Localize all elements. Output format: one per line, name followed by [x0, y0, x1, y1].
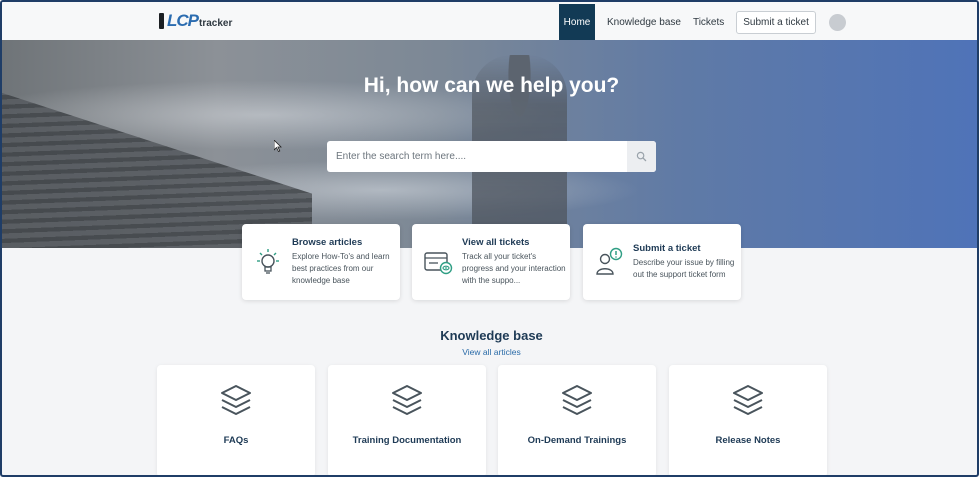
search-icon: [636, 151, 647, 162]
view-tickets-title: View all tickets: [462, 237, 530, 248]
user-avatar[interactable]: [828, 13, 846, 31]
nav-home[interactable]: Home: [559, 4, 595, 40]
kb-category-on-demand-trainings[interactable]: On-Demand Trainings: [498, 365, 656, 475]
nav-knowledge-base[interactable]: Knowledge base: [607, 17, 681, 28]
submit-ticket-button[interactable]: Submit a ticket: [736, 10, 816, 34]
logo-text: LCP: [167, 11, 199, 30]
kb-category-faqs[interactable]: FAQs: [157, 365, 315, 475]
cursor-icon: [273, 139, 282, 153]
view-tickets-desc: Track all your ticket's progress and you…: [462, 252, 566, 285]
layers-icon: [733, 385, 763, 415]
user-alert-icon: [596, 247, 623, 275]
site-header: LCP tracker Home Knowledge base Tickets …: [2, 2, 977, 40]
view-all-articles-link[interactable]: View all articles: [2, 347, 977, 357]
browser-frame: LCP tracker Home Knowledge base Tickets …: [0, 0, 979, 477]
search-button[interactable]: [627, 141, 656, 172]
lcptracker-logo[interactable]: LCP tracker: [159, 11, 232, 31]
kb-category-release-notes[interactable]: Release Notes: [669, 365, 827, 475]
submit-ticket-title: Submit a ticket: [633, 243, 701, 254]
view-tickets-card[interactable]: View all tickets Track all your ticket's…: [412, 224, 570, 300]
search-input[interactable]: [327, 141, 626, 172]
layers-icon: [562, 385, 592, 415]
kb-category-label: On-Demand Trainings: [527, 435, 627, 446]
logo-subtext: tracker: [199, 17, 233, 29]
kb-category-label: Training Documentation: [352, 435, 462, 446]
hero-title: Hi, how can we help you?: [363, 74, 620, 97]
layers-icon: [221, 385, 251, 415]
submit-ticket-card[interactable]: Submit a ticket Describe your issue by f…: [583, 224, 741, 300]
submit-ticket-desc: Describe your issue by filling out the s…: [633, 258, 735, 279]
knowledge-base-heading: Knowledge base: [440, 328, 543, 343]
logo-mark-icon: [159, 13, 164, 29]
kb-category-training-documentation[interactable]: Training Documentation: [328, 365, 486, 475]
browse-articles-desc: Explore How-To's and learn best practice…: [292, 252, 390, 285]
kb-category-label: Release Notes: [715, 435, 781, 446]
main-nav: Home Knowledge base Tickets Submit a tic…: [559, 4, 846, 40]
browse-articles-title: Browse articles: [292, 237, 363, 248]
search-bar: [327, 141, 656, 172]
layers-icon: [392, 385, 422, 415]
tickets-icon: [424, 252, 453, 275]
kb-category-label: FAQs: [223, 435, 249, 446]
lightbulb-icon: [257, 249, 279, 274]
browse-articles-card[interactable]: Browse articles Explore How-To's and lea…: [242, 224, 400, 300]
nav-tickets[interactable]: Tickets: [693, 17, 724, 28]
